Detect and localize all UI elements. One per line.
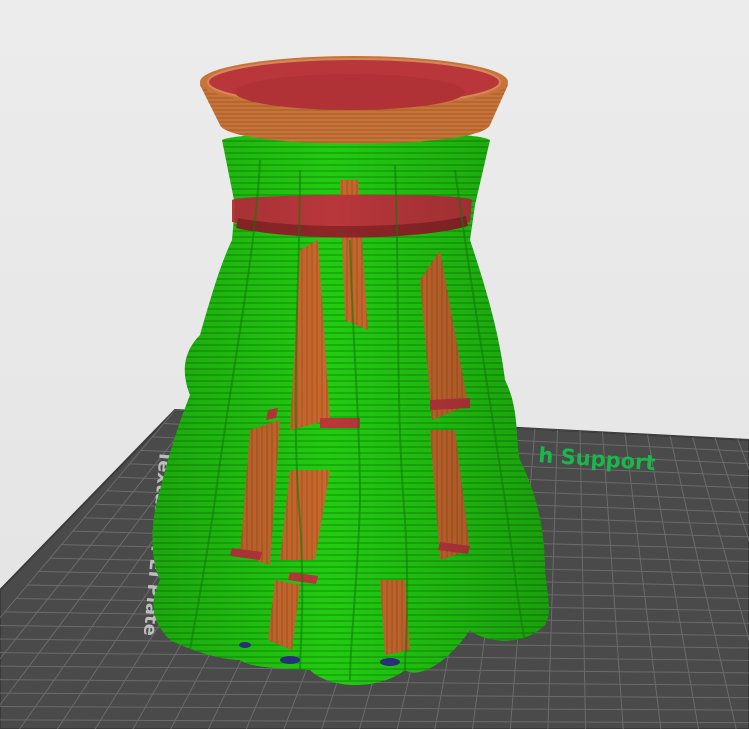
support-shading — [152, 131, 549, 685]
scene-canvas[interactable]: Textured PEI Plate h Support — [0, 0, 749, 729]
3d-viewport[interactable]: Textured PEI Plate h Support — [0, 0, 749, 729]
vase-rim — [200, 56, 508, 144]
vase-model[interactable] — [152, 56, 549, 685]
